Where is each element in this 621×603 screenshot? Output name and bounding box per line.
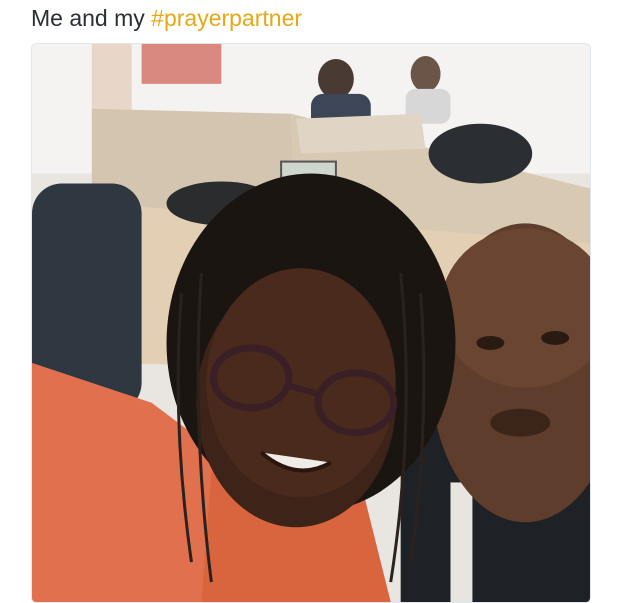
tweet-text: Me and my #prayerpartner bbox=[31, 2, 302, 34]
hashtag-link[interactable]: #prayerpartner bbox=[151, 5, 302, 31]
tweet-text-prefix: Me and my bbox=[31, 5, 152, 31]
tweet-photo[interactable] bbox=[31, 43, 591, 603]
selfie-photo bbox=[32, 44, 590, 602]
